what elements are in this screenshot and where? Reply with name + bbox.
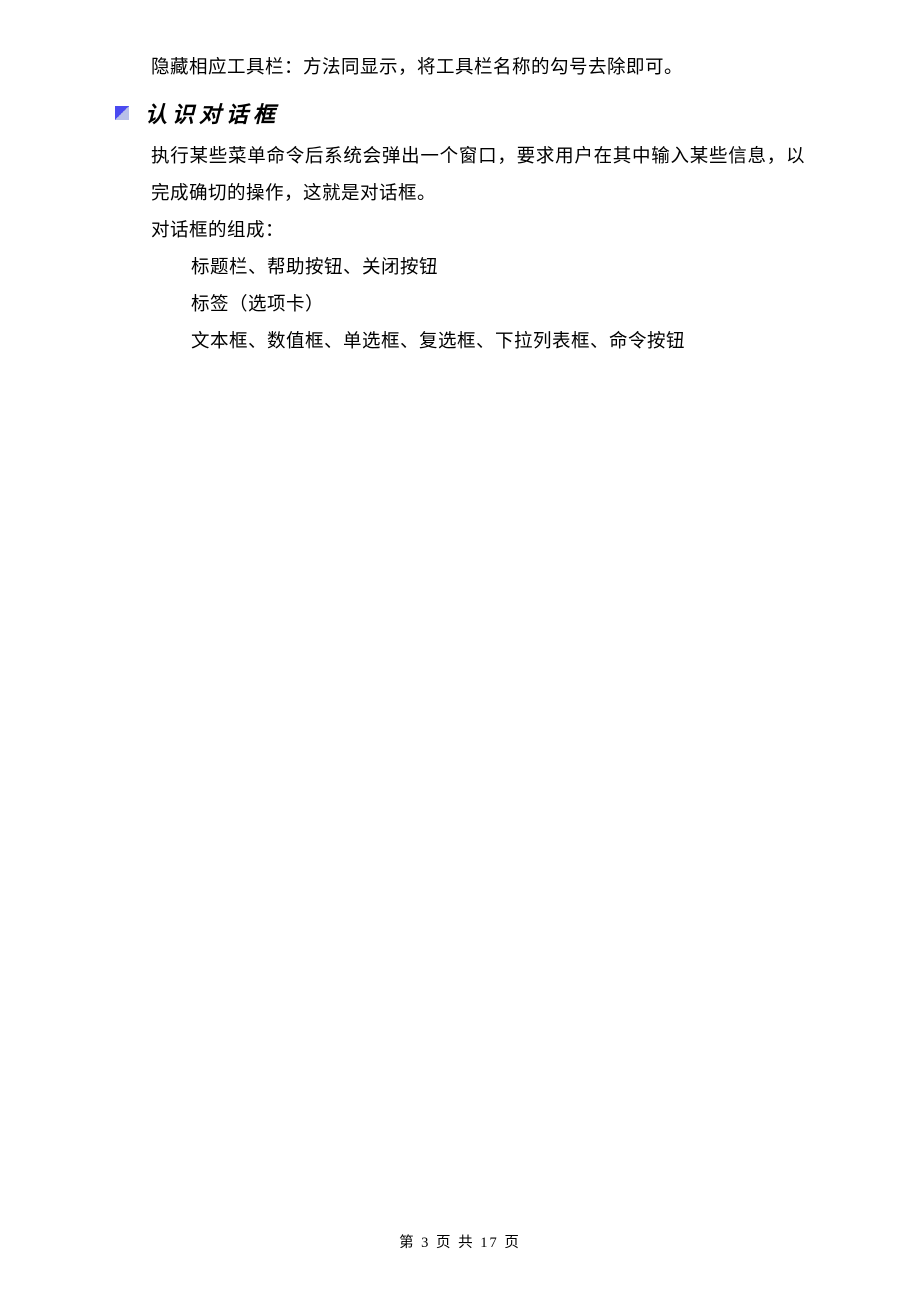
- section-heading: 认识对话框: [115, 97, 805, 129]
- body-paragraph-1: 执行某些菜单命令后系统会弹出一个窗口，要求用户在其中输入某些信息，以完成确切的操…: [151, 139, 805, 213]
- page-footer: 第 3 页 共 17 页: [0, 1231, 920, 1252]
- heading-text: 认识对话框: [145, 97, 280, 129]
- list-item: 标签（选项卡）: [191, 287, 805, 324]
- bullet-square-icon: [115, 106, 129, 120]
- intro-paragraph: 隐藏相应工具栏：方法同显示，将工具栏名称的勾号去除即可。: [151, 50, 805, 87]
- list-item: 文本框、数值框、单选框、复选框、下拉列表框、命令按钮: [191, 324, 805, 361]
- body-paragraph-2: 对话框的组成：: [151, 213, 805, 250]
- document-content: 隐藏相应工具栏：方法同显示，将工具栏名称的勾号去除即可。 认识对话框 执行某些菜…: [0, 0, 920, 361]
- list-item: 标题栏、帮助按钮、关闭按钮: [191, 250, 805, 287]
